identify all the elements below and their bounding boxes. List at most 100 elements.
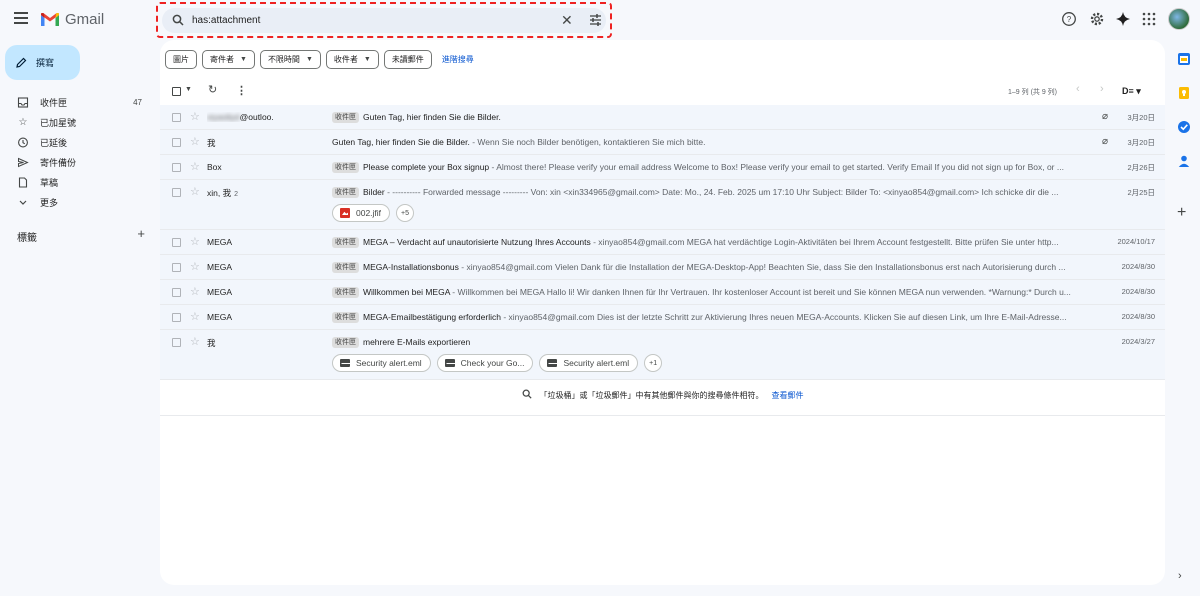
main-menu-icon[interactable] [14,12,30,26]
search-icon[interactable] [172,14,184,26]
filter-chip-unread[interactable]: 未讀郵件 [383,50,432,69]
star-icon: ☆ [18,116,28,128]
search-input[interactable] [192,12,532,29]
more-attachments-badge[interactable]: +1 [644,354,663,372]
more-attachments-badge[interactable]: +5 [396,204,415,222]
inbox-tag: 收件匣 [332,262,359,273]
search-bar[interactable]: ✕ [162,8,606,33]
email-row[interactable]: ☆ xiyaoliyd@outloo. 收件匣 Guten Tag, hier f… [160,105,1165,130]
email-row[interactable]: ☆ MEGA 收件匣 MEGA – Verdacht auf unautorisi… [160,230,1165,255]
sidebar-item-drafts[interactable]: 草稿 [0,172,155,192]
settings-gear-icon[interactable] [1089,11,1105,27]
main-panel: 圖片 寄件者 ▼ 不限時間 ▼ 收件者 ▼ 未讀郵件 進階搜尋 ▼ ↻ ⋮ 1–9 列… [160,40,1165,585]
attachment-chip[interactable]: Check your Go... [436,354,534,372]
email-snippet: - Willkommen bei MEGA Hallo li! Wir dank… [449,287,1071,297]
email-content: 收件匣 Bilder - ---------- Forwarded message… [332,186,1097,198]
calendar-app-icon[interactable] [1177,52,1191,66]
gemini-sparkle-icon[interactable] [1115,11,1131,27]
row-checkbox[interactable] [172,313,181,322]
attachment-chip[interactable]: Security alert.eml [332,354,431,372]
email-sender: MEGA [207,287,233,297]
inbox-tag: 收件匣 [332,337,359,348]
apps-grid-icon[interactable] [1141,11,1157,27]
star-icon[interactable]: ☆ [190,285,200,298]
star-icon[interactable]: ☆ [190,185,200,198]
clear-search-icon[interactable]: ✕ [561,13,573,27]
view-messages-link[interactable]: 查看郵件 [772,391,804,400]
sidebar-item-label: 已延後 [40,137,68,148]
advanced-search-link[interactable]: 進階搜尋 [442,54,474,65]
email-row[interactable]: ☆ 我 收件匣 mehrere E-Mails exportieren 2024/… [160,330,1165,380]
row-checkbox[interactable] [172,113,181,122]
account-avatar[interactable] [1168,8,1190,30]
inbox-count: 47 [133,97,142,107]
add-app-icon[interactable]: + [1177,205,1186,221]
next-page-icon[interactable]: › [1100,83,1104,95]
sidebar-item-sent[interactable]: 寄件備份 [0,152,155,172]
email-snippet: - xinyao854@gmail.com MEGA hat verdächti… [590,237,1059,247]
more-options-icon[interactable]: ⋮ [236,84,247,97]
star-icon[interactable]: ☆ [190,235,200,248]
sidebar-item-snoozed[interactable]: 已延後 [0,132,155,152]
email-list: ☆ xiyaoliyd@outloo. 收件匣 Guten Tag, hier f… [160,105,1165,380]
star-icon[interactable]: ☆ [190,310,200,323]
row-checkbox[interactable] [172,338,181,347]
email-subject: Please complete your Box signup [363,162,490,172]
email-row[interactable]: ☆ xin, 我2 收件匣 Bilder - ---------- Forward… [160,180,1165,230]
attachment-name: 002.jfif [356,208,382,218]
star-icon[interactable]: ☆ [190,335,200,348]
attachment-chip[interactable]: 002.jfif [332,204,391,222]
search-options-icon[interactable] [589,14,602,26]
row-checkbox[interactable] [172,263,181,272]
thread-count: 2 [234,191,238,198]
contacts-app-icon[interactable] [1177,154,1191,168]
filter-chip-images[interactable]: 圖片 [165,50,197,69]
keep-app-icon[interactable] [1177,86,1191,100]
row-checkbox[interactable] [172,163,181,172]
email-sender: xin, 我2 [207,187,327,199]
email-date: 2024/8/30 [1121,287,1155,296]
row-checkbox[interactable] [172,188,181,197]
density-toggle-icon[interactable]: D≡ ▾ [1122,86,1141,97]
email-row[interactable]: ☆ MEGA 收件匣 MEGA-Installationsbonus - xiny… [160,255,1165,280]
email-subject: Willkommen bei MEGA [363,287,450,297]
prev-page-icon[interactable]: ‹ [1076,83,1080,95]
attachment-chips: Security alert.eml Check your Go... Secu… [332,354,663,372]
sidebar-item-starred[interactable]: ☆ 已加星號 [0,112,155,132]
filter-chip-from[interactable]: 寄件者 ▼ [202,50,255,69]
mail-file-icon [547,359,558,367]
expand-panel-icon[interactable]: › [1178,570,1182,582]
filter-chip-any-time[interactable]: 不限時間 ▼ [259,50,321,69]
tasks-app-icon[interactable] [1177,120,1191,134]
sidebar-item-label: 寄件備份 [40,157,77,168]
add-label-icon[interactable]: + [137,227,145,244]
select-menu-caret-icon[interactable]: ▼ [185,86,192,93]
sidebar-item-inbox[interactable]: 收件匣 47 [0,92,155,112]
svg-text:?: ? [1067,15,1072,24]
compose-button[interactable]: 撰寫 [5,45,80,80]
row-checkbox[interactable] [172,288,181,297]
filter-chip-to[interactable]: 收件者 ▼ [325,50,379,69]
email-row[interactable]: ☆ MEGA 收件匣 Willkommen bei MEGA - Willkomm… [160,280,1165,305]
email-row[interactable]: ☆ Box 收件匣 Please complete your Box signup… [160,155,1165,180]
attachment-chip[interactable]: Security alert.eml [539,354,639,372]
email-snippet: - xinyao854@gmail.com Dies ist der letzt… [500,312,1067,322]
star-icon[interactable]: ☆ [190,260,200,273]
labels-title: 標籤 [17,233,37,244]
star-icon[interactable]: ☆ [190,160,200,173]
help-icon[interactable]: ? [1061,11,1077,27]
email-row[interactable]: ☆ MEGA 收件匣 MEGA-Emailbestätigung erforder… [160,305,1165,330]
gmail-logo[interactable]: Gmail [40,11,104,28]
star-icon[interactable]: ☆ [190,135,200,148]
row-checkbox[interactable] [172,238,181,247]
select-all-checkbox[interactable] [172,87,181,96]
inbox-tag: 收件匣 [332,187,359,198]
email-row[interactable]: ☆ 我 Guten Tag, hier finden Sie die Bilde… [160,130,1165,155]
attachment-name: Security alert.eml [563,358,630,368]
sidebar-item-more[interactable]: 更多 [0,192,155,212]
pencil-icon [16,57,27,68]
star-icon[interactable]: ☆ [190,110,200,123]
refresh-icon[interactable]: ↻ [208,83,217,96]
row-checkbox[interactable] [172,138,181,147]
email-subject: Guten Tag, hier finden Sie die Bilder. [332,137,470,147]
